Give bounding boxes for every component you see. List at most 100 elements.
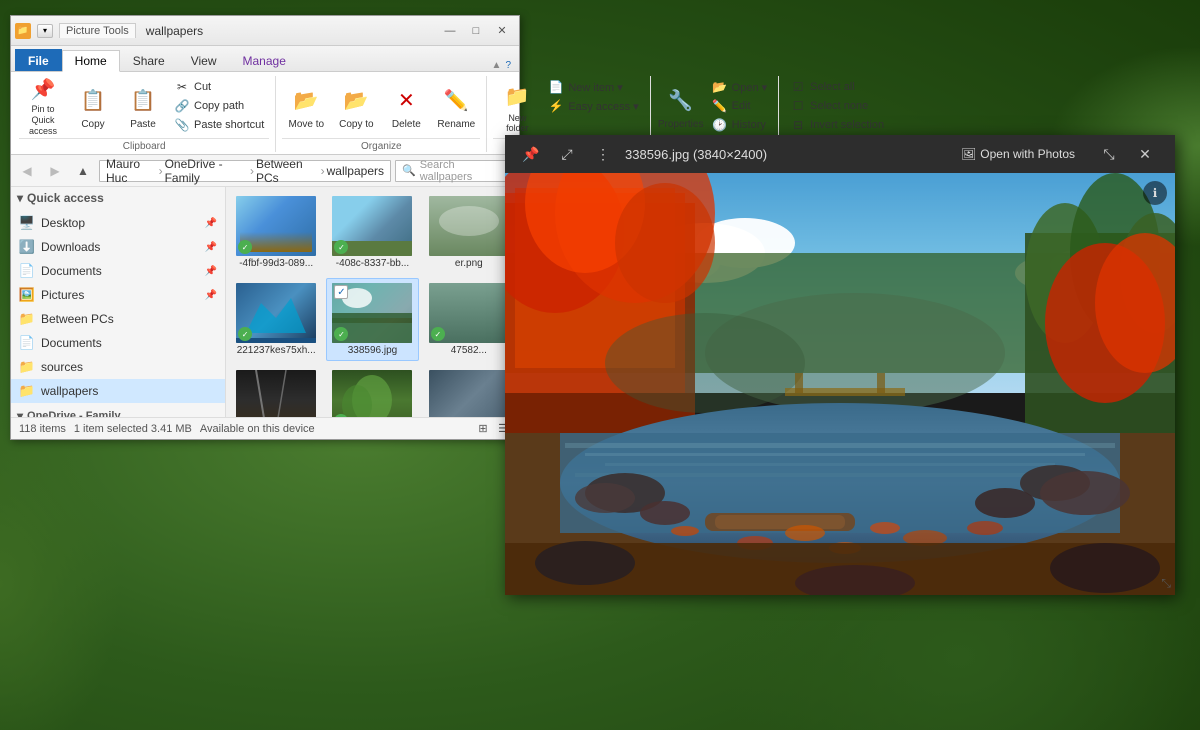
file-item[interactable]: ✓ -408c-8337-bb... <box>326 191 418 274</box>
file-item[interactable]: ✓ 221237kes75xh... <box>230 278 322 361</box>
paste-shortcut-button[interactable]: 📎 Paste shortcut <box>169 116 269 134</box>
large-icons-button[interactable]: ⊞ <box>475 421 491 437</box>
pv-title-controls: ⤡ ✕ <box>1091 135 1163 173</box>
new-item-button[interactable]: 📄 New item ▾ <box>543 78 643 96</box>
file-item[interactable]: aakjroeer.png <box>230 365 322 417</box>
select-all-button[interactable]: ☑ Select all <box>785 78 889 96</box>
title-controls: — □ ✕ <box>437 18 515 44</box>
cut-button[interactable]: ✂ Cut <box>169 78 269 96</box>
select-all-icon: ☑ <box>790 79 806 95</box>
tab-share[interactable]: Share <box>120 49 178 71</box>
sidebar-item-label: sources <box>41 360 83 374</box>
picture-tools-tab[interactable]: Picture Tools <box>59 23 136 38</box>
wallpapers-icon: 📁 <box>19 383 35 399</box>
sidebar-item-label: Downloads <box>41 240 100 254</box>
forward-button[interactable]: ▶ <box>43 159 67 183</box>
invert-selection-button[interactable]: ⊟ Invert selection <box>785 116 889 134</box>
new-folder-button[interactable]: 📁 New folder <box>493 78 541 136</box>
search-bar[interactable]: 🔍 Search wallpapers <box>395 160 515 182</box>
file-name: -4fbf-99d3-089... <box>239 258 313 269</box>
explorer-icon: 📁 <box>15 23 31 39</box>
tab-file[interactable]: File <box>15 49 62 71</box>
sidebar-item-documents-2[interactable]: 📄 Documents <box>11 331 225 355</box>
file-item[interactable]: ABOP... <box>423 365 515 417</box>
paste-button[interactable]: 📋 Paste <box>119 78 167 136</box>
copy-button[interactable]: 📋 Copy <box>69 78 117 136</box>
sync-indicator: ✓ <box>431 327 445 341</box>
pv-close-button[interactable]: ✕ <box>1127 135 1163 173</box>
onedrive-label: OneDrive - Family <box>27 410 121 417</box>
pv-options-button[interactable]: ⋮ <box>589 140 617 168</box>
clipboard-small-btns: ✂ Cut 🔗 Copy path 📎 Paste shortcut <box>169 78 269 134</box>
history-button[interactable]: 🕑 History <box>707 116 773 134</box>
select-small-btns: ☑ Select all ☐ Select none ⊟ Invert sele… <box>785 78 889 134</box>
photo-viewer-window: 📌 ⤢ ⋮ 338596.jpg (3840×2400) 🖼 Open with… <box>505 135 1175 595</box>
pv-pin-button[interactable]: 📌 <box>517 140 545 168</box>
up-button[interactable]: ▲ <box>71 159 95 183</box>
maximize-button[interactable]: □ <box>463 18 489 44</box>
qab-arrow[interactable]: ▾ <box>37 24 53 38</box>
clipboard-content: 📌 Pin to Quick access 📋 Copy 📋 Paste ✂ <box>19 76 269 136</box>
sidebar-item-label: wallpapers <box>41 384 98 398</box>
sidebar-item-pictures[interactable]: 🖼️ Pictures 📌 <box>11 283 225 307</box>
easy-access-button[interactable]: ⚡ Easy access ▾ <box>543 97 643 115</box>
clipboard-group: 📌 Pin to Quick access 📋 Copy 📋 Paste ✂ <box>15 76 276 152</box>
pin-indicator: 📌 <box>205 290 217 301</box>
pv-fit-button[interactable]: ⤢ <box>553 140 581 168</box>
open-button[interactable]: 📂 Open ▾ <box>707 78 773 96</box>
pv-external-button[interactable]: ⤡ <box>1091 135 1127 173</box>
open-with-photos-button[interactable]: 🖼 Open with Photos <box>953 143 1083 165</box>
tab-view[interactable]: View <box>178 49 230 71</box>
minimize-button[interactable]: — <box>437 18 463 44</box>
file-item-selected[interactable]: ✓ ✓ 338596.jpg <box>326 278 418 361</box>
ribbon-tabs: File Home Share View Manage ▲ ? <box>11 46 519 72</box>
tab-manage[interactable]: Manage <box>230 49 299 71</box>
pin-to-quick-access-button[interactable]: 📌 Pin to Quick access <box>19 78 67 136</box>
help-button[interactable]: ? <box>505 60 511 71</box>
copy-path-button[interactable]: 🔗 Copy path <box>169 97 269 115</box>
file-item[interactable]: ✓ 47582... <box>423 278 515 361</box>
ribbon: 📌 Pin to Quick access 📋 Copy 📋 Paste ✂ <box>11 72 519 155</box>
selected-info: 1 item selected 3.41 MB <box>74 423 192 435</box>
file-grid: ✓ -4fbf-99d3-089... ✓ -408c-8337-bb... e… <box>226 187 519 417</box>
item-count: 118 items <box>19 423 66 435</box>
open-small-btns: 📂 Open ▾ ✏️ Edit 🕑 History <box>707 78 773 134</box>
desktop-icon: 🖥️ <box>19 215 35 231</box>
address-segment-2: OneDrive - Family <box>165 157 248 185</box>
select-none-button[interactable]: ☐ Select none <box>785 97 889 115</box>
sidebar-item-documents[interactable]: 📄 Documents 📌 <box>11 259 225 283</box>
sidebar-item-between-pcs[interactable]: 📁 Between PCs <box>11 307 225 331</box>
nav-bar: ◀ ▶ ▲ Mauro Huc › OneDrive - Family › Be… <box>11 155 519 187</box>
back-button[interactable]: ◀ <box>15 159 39 183</box>
sidebar-item-sources[interactable]: 📁 sources <box>11 355 225 379</box>
file-item[interactable]: ✓ abba3f36-8021... <box>326 365 418 417</box>
rename-icon: ✏️ <box>440 85 472 117</box>
availability-info: Available on this device <box>200 423 315 435</box>
checkbox-checked: ✓ <box>334 285 348 299</box>
sidebar-item-downloads[interactable]: ⬇️ Downloads 📌 <box>11 235 225 259</box>
sidebar-item-label: Desktop <box>41 216 85 230</box>
onedrive-header[interactable]: ▾ OneDrive - Family <box>11 405 225 417</box>
copy-to-button[interactable]: 📂 Copy to <box>332 78 380 136</box>
file-item[interactable]: er.png <box>423 191 515 274</box>
file-item[interactable]: ✓ -4fbf-99d3-089... <box>230 191 322 274</box>
tab-home[interactable]: Home <box>62 50 120 72</box>
file-thumbnail: ✓ ✓ <box>332 283 412 343</box>
documents-icon-2: 📄 <box>19 335 35 351</box>
sidebar-item-desktop[interactable]: 🖥️ Desktop 📌 <box>11 211 225 235</box>
easy-access-icon: ⚡ <box>548 98 564 114</box>
sidebar-item-wallpapers[interactable]: 📁 wallpapers <box>11 379 225 403</box>
file-thumbnail <box>429 370 509 417</box>
address-bar[interactable]: Mauro Huc › OneDrive - Family › Between … <box>99 160 391 182</box>
quick-access-header[interactable]: ▾ Quick access <box>11 187 225 209</box>
rename-button[interactable]: ✏️ Rename <box>432 78 480 136</box>
close-button[interactable]: ✕ <box>489 18 515 44</box>
pv-info-button[interactable]: ℹ <box>1143 181 1167 205</box>
file-name: 338596.jpg <box>348 345 398 356</box>
properties-button[interactable]: 🔧 Properties <box>657 78 705 136</box>
file-thumbnail <box>236 370 316 417</box>
delete-button[interactable]: ✕ Delete <box>382 78 430 136</box>
pv-resize-handle[interactable]: ⤡ <box>1161 576 1171 591</box>
move-to-button[interactable]: 📂 Move to <box>282 78 330 136</box>
edit-button[interactable]: ✏️ Edit <box>707 97 773 115</box>
